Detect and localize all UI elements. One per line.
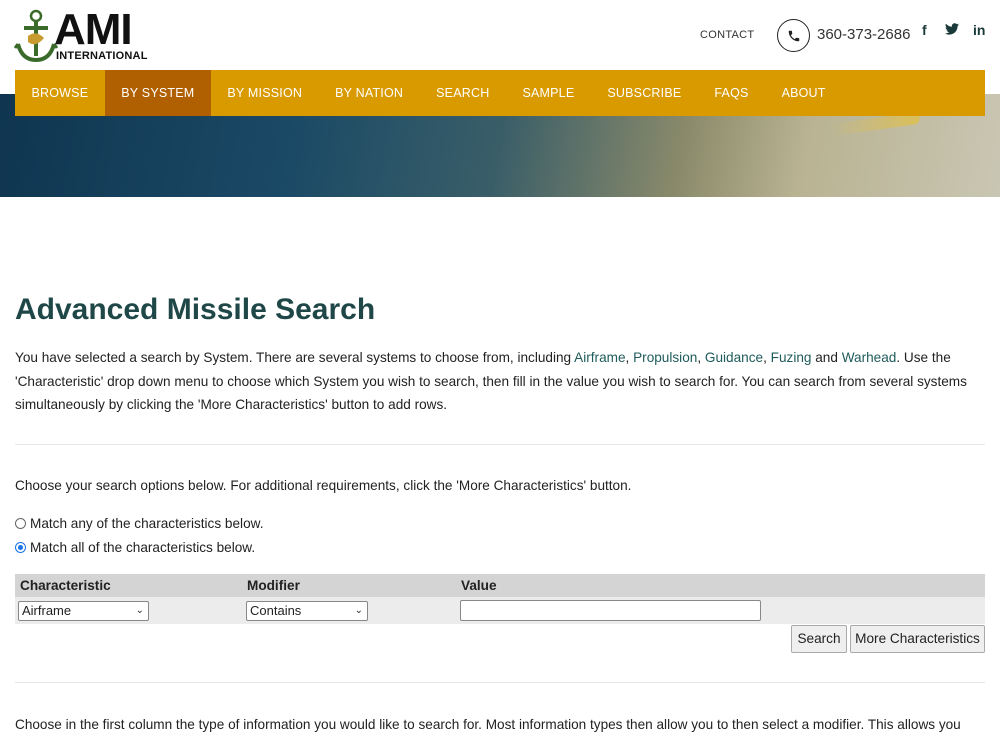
page-title: Advanced Missile Search	[15, 293, 376, 326]
modifier-select[interactable]: Contains ⌄	[246, 601, 368, 621]
phone-icon[interactable]	[777, 19, 810, 52]
radio-button[interactable]	[15, 518, 26, 529]
contact-link[interactable]: CONTACT	[700, 29, 754, 41]
separator: ,	[763, 350, 771, 365]
radio-label: Match all of the characteristics below.	[30, 540, 256, 555]
radio-match-any[interactable]: Match any of the characteristics below.	[15, 516, 263, 531]
separator: ,	[625, 350, 634, 365]
nav-search[interactable]: SEARCH	[420, 70, 506, 116]
facebook-icon[interactable]: f	[922, 22, 927, 38]
divider	[15, 682, 985, 683]
col-value: Value	[461, 578, 497, 593]
nav-by-system[interactable]: BY SYSTEM	[104, 70, 211, 116]
help-paragraph: Choose in the first column the type of i…	[15, 717, 961, 743]
characteristic-selected-value: Airframe	[22, 603, 72, 618]
nav-about[interactable]: ABOUT	[765, 70, 842, 116]
intro-text-1: You have selected a search by System. Th…	[15, 350, 575, 365]
phone-number[interactable]: 360-373-2686	[817, 26, 910, 43]
search-table-row: Airframe ⌄ Contains ⌄	[15, 597, 985, 624]
twitter-bird	[945, 23, 959, 35]
nav-subscribe[interactable]: SUBSCRIBE	[591, 70, 698, 116]
nav-browse[interactable]: BROWSE	[15, 70, 105, 116]
nav-sample[interactable]: SAMPLE	[506, 70, 591, 116]
radio-label: Match any of the characteristics below.	[30, 516, 264, 531]
site-header: AMI INTERNATIONAL CONTACT 360-373-2686 f…	[0, 0, 1000, 70]
chevron-down-icon: ⌄	[135, 605, 144, 616]
value-input[interactable]	[460, 600, 761, 621]
phone-glyph	[788, 30, 799, 41]
warhead-link[interactable]: Warhead	[842, 350, 897, 365]
nav-faqs[interactable]: FAQS	[698, 70, 765, 116]
main-nav: BROWSE BY SYSTEM BY MISSION BY NATION SE…	[15, 70, 985, 116]
nav-by-mission[interactable]: BY MISSION	[211, 70, 319, 116]
nav-by-nation[interactable]: BY NATION	[319, 70, 420, 116]
more-characteristics-button[interactable]: More Characteristics	[850, 625, 985, 653]
col-modifier: Modifier	[247, 578, 300, 593]
separator-and: and	[811, 350, 842, 365]
propulsion-link[interactable]: Propulsion	[633, 350, 697, 365]
search-table-header: Characteristic Modifier Value	[15, 574, 985, 597]
fuzing-link[interactable]: Fuzing	[771, 350, 812, 365]
separator: ,	[697, 350, 705, 365]
ami-logo[interactable]: AMI INTERNATIONAL	[14, 5, 147, 64]
options-instructions: Choose your search options below. For ad…	[15, 478, 632, 493]
search-button[interactable]: Search	[791, 625, 847, 653]
airframe-link[interactable]: Airframe	[574, 350, 625, 365]
characteristic-select[interactable]: Airframe ⌄	[18, 601, 149, 621]
divider	[15, 444, 985, 445]
modifier-selected-value: Contains	[250, 603, 302, 618]
radio-button-checked[interactable]	[15, 542, 26, 553]
intro-paragraph: You have selected a search by System. Th…	[15, 346, 975, 417]
twitter-icon[interactable]	[945, 22, 959, 38]
radio-match-all[interactable]: Match all of the characteristics below.	[15, 540, 255, 555]
chevron-down-icon: ⌄	[354, 605, 363, 616]
anchor-icon	[14, 9, 58, 63]
logo-wordmark: AMI	[54, 5, 133, 54]
col-characteristic: Characteristic	[20, 578, 111, 593]
logo-subtitle: INTERNATIONAL	[56, 50, 148, 62]
linkedin-icon[interactable]: in	[973, 22, 985, 38]
guidance-link[interactable]: Guidance	[705, 350, 763, 365]
